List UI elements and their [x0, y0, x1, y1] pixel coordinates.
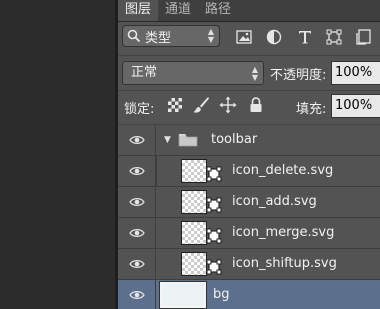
layer-thumbnail	[181, 252, 207, 276]
visibility-toggle[interactable]	[118, 156, 156, 186]
folder-icon	[178, 132, 198, 151]
blend-mode-value: 正常	[131, 65, 158, 80]
layer-row-icon-shiftup[interactable]: icon_shiftup.svg	[118, 249, 380, 280]
layers-panel: 图层 通道 路径 类型 ▲ ▼ 正常 ▲ ▼ 不透明度: 100% 锁定: 填充…	[118, 0, 380, 309]
smart-object-badge-icon	[206, 166, 222, 182]
lock-position-icon[interactable]	[219, 96, 237, 114]
opacity-label: 不透明度:	[270, 68, 327, 83]
eye-icon	[128, 167, 145, 175]
layer-row-icon-delete[interactable]: icon_delete.svg	[118, 156, 380, 187]
layer-thumbnail	[181, 190, 207, 214]
select-arrows-icon: ▲ ▼	[251, 65, 258, 82]
filter-row: 类型 ▲ ▼	[118, 25, 380, 53]
lock-image-icon[interactable]	[192, 96, 210, 114]
layer-list: ▼ toolbar icon_delete.svg icon_add.svg i…	[118, 125, 380, 309]
smart-object-badge-icon	[206, 228, 222, 244]
lock-transparent-icon[interactable]	[166, 96, 184, 114]
layer-row-bg[interactable]: bg	[118, 280, 380, 309]
search-icon	[127, 29, 141, 43]
layer-name: icon_delete.svg	[232, 163, 334, 178]
separator	[118, 90, 380, 91]
layer-thumbnail	[160, 282, 206, 308]
blend-mode-select[interactable]: 正常 ▲ ▼	[122, 61, 264, 85]
eye-icon	[128, 291, 145, 299]
tab-channels[interactable]: 通道	[158, 0, 198, 21]
panel-tabs: 图层 通道 路径	[118, 0, 380, 22]
lock-all-icon[interactable]	[247, 96, 265, 114]
select-arrows-icon: ▲ ▼	[207, 27, 214, 44]
visibility-toggle[interactable]	[118, 249, 156, 279]
opacity-input[interactable]: 100%	[331, 61, 380, 85]
visibility-toggle[interactable]	[118, 218, 156, 248]
smart-object-badge-icon	[206, 197, 222, 213]
eye-icon	[128, 229, 145, 237]
eye-icon	[128, 136, 145, 144]
filter-kind-label: 类型	[145, 30, 172, 46]
canvas-area	[0, 0, 115, 309]
image-filter-icon[interactable]	[234, 27, 254, 47]
visibility-toggle[interactable]	[118, 125, 156, 155]
layer-row-icon-add[interactable]: icon_add.svg	[118, 187, 380, 218]
layer-thumbnail	[181, 221, 207, 245]
visibility-toggle[interactable]	[118, 187, 156, 217]
layer-name: icon_add.svg	[232, 194, 317, 209]
visibility-toggle[interactable]	[118, 280, 156, 309]
filter-kind-select[interactable]: 类型 ▲ ▼	[122, 25, 220, 47]
layer-name: toolbar	[211, 132, 258, 147]
fill-input[interactable]: 100%	[331, 94, 380, 118]
group-indent	[156, 156, 157, 186]
layer-name: bg	[213, 287, 230, 302]
eye-icon	[128, 260, 145, 268]
adjustment-filter-icon[interactable]	[264, 27, 284, 47]
layer-thumbnail	[181, 159, 207, 183]
tab-paths[interactable]: 路径	[198, 0, 238, 21]
smart-object-badge-icon	[206, 259, 222, 275]
tab-layers[interactable]: 图层	[118, 0, 159, 21]
type-filter-icon[interactable]	[295, 27, 315, 47]
layer-row-icon-merge[interactable]: icon_merge.svg	[118, 218, 380, 249]
eye-icon	[128, 198, 145, 206]
layer-name: icon_merge.svg	[232, 225, 335, 240]
layer-row-toolbar[interactable]: ▼ toolbar	[118, 125, 380, 156]
shape-filter-icon[interactable]	[324, 27, 344, 47]
smart-object-filter-icon[interactable]	[354, 27, 374, 47]
lock-label: 锁定:	[124, 102, 155, 117]
fill-label: 填充:	[296, 102, 327, 117]
layer-name: icon_shiftup.svg	[232, 256, 337, 271]
group-expand-icon[interactable]: ▼	[164, 135, 171, 145]
separator	[118, 55, 380, 56]
